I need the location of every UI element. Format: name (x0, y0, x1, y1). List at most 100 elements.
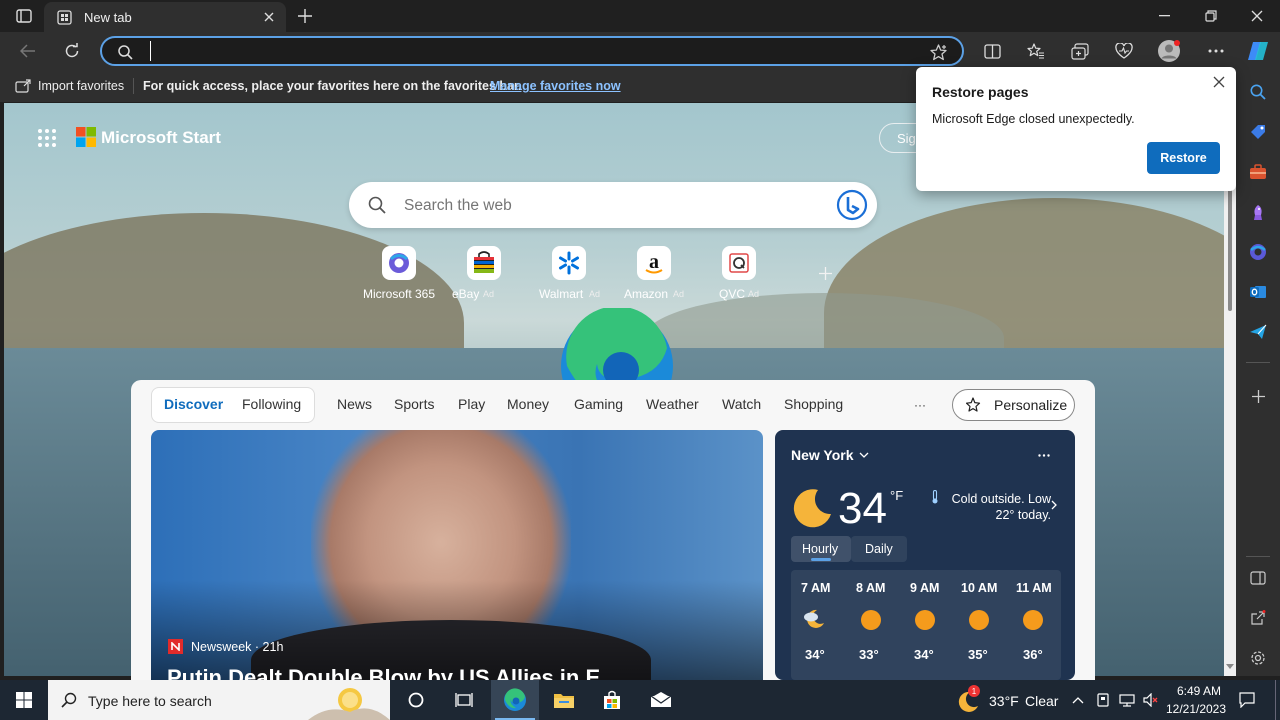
new-tab-button[interactable] (294, 6, 316, 26)
quick-link-walmart-tile[interactable] (552, 246, 586, 280)
tab-hourly[interactable]: Hourly (791, 536, 851, 562)
show-desktop-button[interactable] (1275, 680, 1276, 720)
tab-shopping[interactable]: Shopping (784, 396, 843, 412)
quick-link-amazon-tile[interactable]: a (637, 246, 671, 280)
address-bar[interactable] (100, 36, 964, 66)
chevron-down-icon[interactable] (857, 448, 871, 462)
import-favorites-link[interactable]: Import favorites (38, 79, 124, 93)
sidebar-add-icon[interactable] (1247, 385, 1269, 407)
dialog-message: Microsoft Edge closed unexpectedly. (932, 112, 1135, 126)
quick-link-label[interactable]: Walmart (539, 287, 583, 301)
back-button[interactable] (16, 40, 40, 62)
taskbar-edge-button[interactable] (491, 680, 539, 720)
tab-play[interactable]: Play (458, 396, 485, 412)
taskbar-weather-temp[interactable]: 33°F (989, 693, 1019, 709)
copilot-icon[interactable] (1244, 38, 1272, 64)
clock-time[interactable]: 6:49 AM (1172, 684, 1226, 698)
split-screen-icon[interactable] (980, 40, 1004, 62)
add-favorite-star-icon[interactable] (928, 42, 948, 62)
weather-city[interactable]: New York (791, 447, 854, 463)
tab-hourly-indicator (811, 558, 831, 561)
clock-date[interactable]: 12/21/2023 (1164, 702, 1228, 716)
tab-daily[interactable]: Daily (851, 536, 907, 562)
drop-send-icon[interactable] (1247, 321, 1269, 343)
minimize-button[interactable] (1150, 6, 1178, 26)
tab-weather[interactable]: Weather (646, 396, 699, 412)
file-explorer-icon[interactable] (549, 688, 579, 712)
taskbar-search-box[interactable]: Type here to search (48, 680, 390, 720)
external-link-icon[interactable] (1247, 607, 1269, 629)
tab-news[interactable]: News (337, 396, 372, 412)
scroll-down-icon[interactable] (1226, 661, 1234, 671)
tab-daily-label: Daily (865, 542, 893, 556)
games-chess-icon[interactable] (1247, 201, 1269, 223)
more-tabs-button[interactable]: ··· (914, 398, 926, 412)
microsoft-store-icon[interactable] (597, 688, 627, 712)
sidebar-divider (1246, 362, 1270, 363)
favorites-icon[interactable] (1024, 40, 1048, 62)
manage-favorites-link[interactable]: Manage favorites now (490, 79, 621, 93)
close-window-button[interactable] (1243, 6, 1271, 26)
chevron-up-icon[interactable] (1069, 691, 1087, 709)
tab-actions-icon[interactable] (10, 6, 38, 26)
settings-more-icon[interactable] (1203, 40, 1229, 62)
task-view-icon[interactable] (452, 689, 476, 711)
tab-watch[interactable]: Watch (722, 396, 761, 412)
shopping-tag-icon[interactable] (1247, 121, 1269, 143)
restore-button[interactable]: Restore (1147, 142, 1220, 174)
cortana-icon[interactable] (404, 689, 428, 711)
tab-sports[interactable]: Sports (394, 396, 434, 412)
bing-chat-icon[interactable] (835, 188, 869, 222)
tab-gaming[interactable]: Gaming (574, 396, 623, 412)
top-story-card[interactable]: Newsweek · 21h Putin Dealt Double Blow b… (151, 430, 763, 680)
scrollbar-thumb[interactable] (1228, 183, 1232, 311)
quick-link-ebay-tile[interactable] (467, 246, 501, 280)
outlook-icon[interactable] (1247, 281, 1269, 303)
sidebar-settings-gear-icon[interactable] (1247, 647, 1269, 669)
microsoft-start-title[interactable]: Microsoft Start (101, 128, 221, 148)
tab-new-tab[interactable]: New tab (44, 2, 286, 32)
restore-window-button[interactable] (1197, 6, 1225, 26)
quick-link-microsoft365-tile[interactable] (382, 246, 416, 280)
weather-widget-icon[interactable]: 1 (956, 685, 982, 712)
network-icon[interactable] (1117, 691, 1137, 709)
weather-more-icon[interactable] (1035, 448, 1053, 462)
tools-briefcase-icon[interactable] (1247, 161, 1269, 183)
apps-launcher-icon[interactable] (36, 127, 58, 149)
taskbar-weather-text[interactable]: Clear (1025, 693, 1058, 709)
article-headline[interactable]: Putin Dealt Double Blow by US Allies in … (167, 665, 600, 680)
quick-link-qvc-tile[interactable] (722, 246, 756, 280)
personalize-label: Personalize (994, 397, 1068, 413)
mail-icon[interactable] (646, 688, 676, 712)
browser-essentials-icon[interactable] (1112, 40, 1136, 62)
weather-card[interactable]: New York 34 °F Cold outside. Low 22° tod… (775, 430, 1075, 680)
refresh-button[interactable] (60, 40, 84, 62)
microsoft365-icon[interactable] (1247, 241, 1269, 263)
quick-link-label[interactable]: Microsoft 365 (363, 287, 435, 301)
windows-start-icon[interactable] (12, 690, 36, 710)
tab-money[interactable]: Money (507, 396, 549, 412)
chevron-right-icon[interactable] (1047, 498, 1061, 512)
tab-discover[interactable]: Discover (164, 396, 223, 412)
close-icon[interactable] (1210, 73, 1228, 91)
hour-temp: 34° (805, 647, 825, 662)
web-search-input[interactable] (404, 195, 804, 217)
volume-muted-icon[interactable] (1141, 691, 1161, 709)
close-tab-icon[interactable] (260, 8, 278, 26)
add-shortcut-icon[interactable] (816, 264, 834, 282)
device-icon[interactable] (1094, 691, 1112, 709)
web-search-box[interactable] (349, 182, 877, 228)
notification-center-icon[interactable] (1236, 690, 1258, 710)
ad-badge: Ad (483, 289, 495, 299)
profile-avatar[interactable] (1156, 38, 1182, 64)
hour-time: 8 AM (856, 581, 886, 595)
hide-sidebar-icon[interactable] (1247, 567, 1269, 589)
quick-link-label[interactable]: Amazon (624, 287, 668, 301)
personalize-button[interactable]: Personalize (952, 389, 1075, 421)
collections-icon[interactable] (1068, 40, 1092, 62)
quick-link-label[interactable]: eBay (452, 287, 479, 301)
address-input[interactable] (150, 41, 910, 61)
sidebar-search-icon[interactable] (1247, 81, 1269, 103)
tab-following[interactable]: Following (242, 396, 301, 412)
quick-link-label[interactable]: QVC (719, 287, 745, 301)
